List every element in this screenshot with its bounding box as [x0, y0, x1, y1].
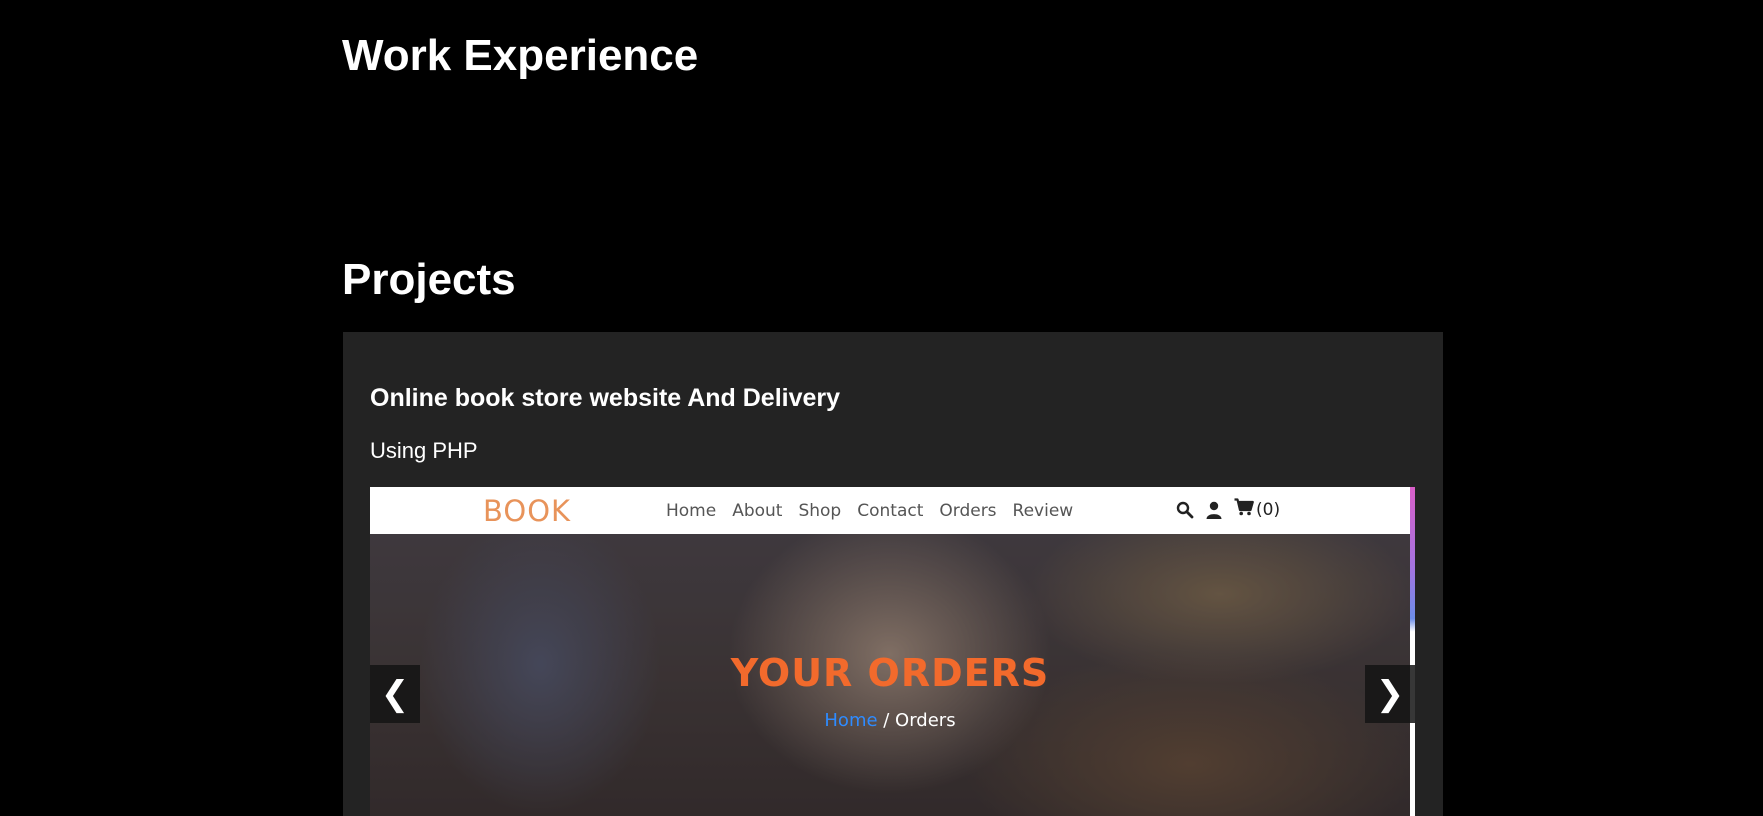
preview-nav-home[interactable]: Home	[666, 501, 716, 521]
carousel-next-button[interactable]: ❯	[1365, 665, 1415, 723]
project-title: Online book store website And Delivery	[370, 384, 841, 412]
cart-icon	[1234, 498, 1254, 521]
cart-count: (0)	[1256, 499, 1281, 520]
breadcrumb-current: / Orders	[877, 710, 956, 731]
hero-title: YOUR ORDERS	[730, 651, 1050, 695]
projects-heading: Projects	[342, 255, 516, 304]
work-experience-heading: Work Experience	[342, 31, 699, 80]
preview-nav-orders[interactable]: Orders	[939, 501, 996, 521]
preview-nav: Home About Shop Contact Orders Review	[666, 501, 1073, 521]
chevron-left-icon: ❮	[380, 674, 410, 714]
project-card: Online book store website And Delivery U…	[343, 332, 1443, 816]
preview-nav-shop[interactable]: Shop	[798, 501, 841, 521]
preview-navbar: BOOK Home About Shop Contact Orders Revi…	[370, 487, 1410, 534]
carousel-prev-button[interactable]: ❮	[370, 665, 420, 723]
project-tech: Using PHP	[370, 438, 478, 463]
preview-nav-contact[interactable]: Contact	[857, 501, 923, 521]
breadcrumb-home-link[interactable]: Home	[824, 710, 877, 731]
preview-nav-review[interactable]: Review	[1013, 501, 1074, 521]
preview-icons: (0)	[1176, 498, 1280, 521]
preview-scrollbar	[1410, 487, 1415, 816]
chevron-right-icon: ❯	[1375, 674, 1405, 714]
hero-breadcrumb: Home / Orders	[370, 710, 1410, 731]
project-carousel: BOOK Home About Shop Contact Orders Revi…	[370, 487, 1415, 816]
user-icon[interactable]	[1206, 501, 1222, 519]
preview-logo: BOOK	[483, 494, 572, 528]
preview-nav-about[interactable]: About	[732, 501, 782, 521]
preview-hero-image: YOUR ORDERS Home / Orders	[370, 534, 1410, 816]
search-icon[interactable]	[1176, 501, 1194, 519]
portfolio-page: Work Experience Projects Online book sto…	[0, 0, 1763, 816]
cart-link[interactable]: (0)	[1234, 498, 1280, 521]
